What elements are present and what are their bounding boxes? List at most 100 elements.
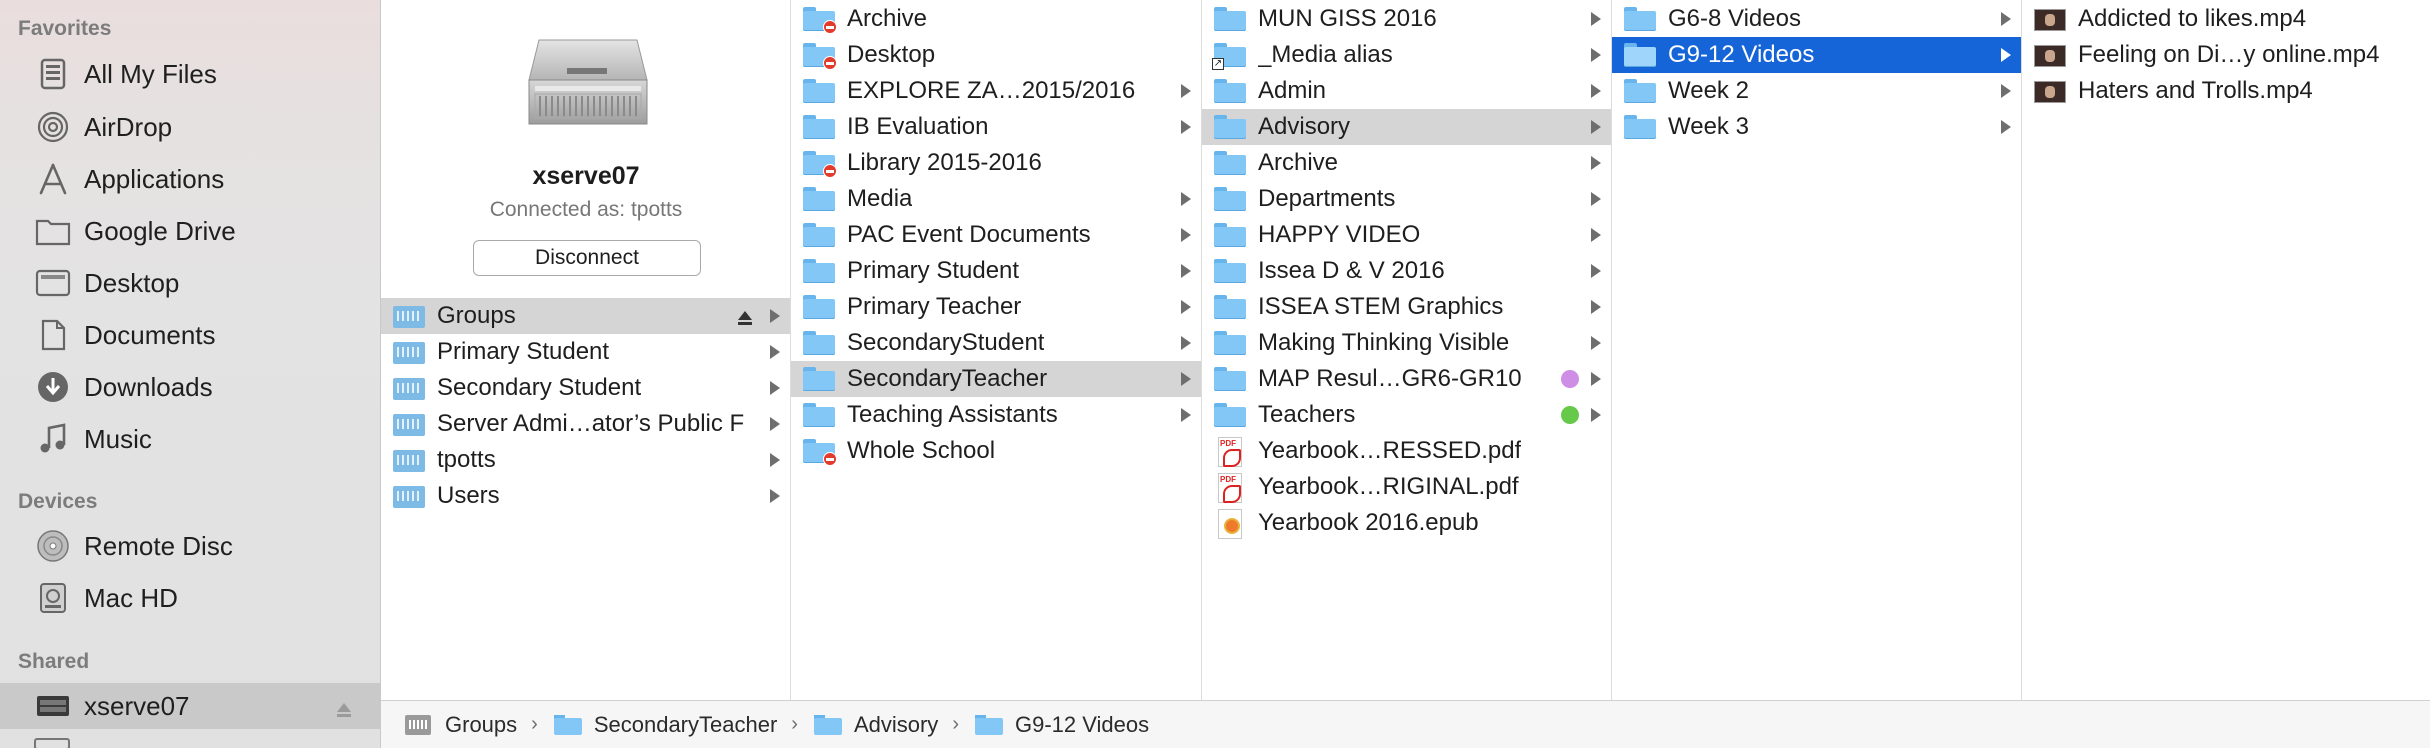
folder-icon (1212, 76, 1248, 106)
folder-item-selected[interactable]: G9-12 Videos (1612, 37, 2021, 73)
item-label: Archive (847, 5, 928, 32)
folder-item[interactable]: Teaching Assistants (791, 397, 1201, 433)
folder-item[interactable]: G6-8 Videos (1612, 1, 2021, 37)
folder-icon (1212, 220, 1248, 250)
disclosure-arrow-icon (1591, 228, 1601, 242)
share-item-users[interactable]: Users (381, 478, 790, 514)
sidebar-item-label: Mac HD (84, 582, 178, 613)
folder-item[interactable]: HAPPY VIDEO (1202, 217, 1611, 253)
folder-item[interactable]: Library 2015-2016 (791, 145, 1201, 181)
file-item[interactable]: Haters and Trolls.mp4 (2022, 73, 2430, 109)
path-segment-g9-12-videos[interactable]: G9-12 Videos (974, 712, 1149, 738)
sidebar-item-all-my-files[interactable]: All My Files (0, 51, 380, 97)
folder-item[interactable]: Archive (1202, 145, 1611, 181)
sidebar-item-airdrop[interactable]: AirDrop (0, 104, 380, 150)
folder-icon (801, 256, 837, 286)
share-item-tpotts[interactable]: tpotts (381, 442, 790, 478)
path-separator-icon: › (952, 713, 959, 735)
disclosure-arrow-icon (1591, 12, 1601, 26)
folder-item[interactable]: SecondaryStudent (791, 325, 1201, 361)
devices-header: Devices (18, 490, 98, 513)
video-file-icon (2032, 4, 2068, 34)
item-label: Advisory (1258, 113, 1351, 140)
folder-item-selected[interactable]: Advisory (1202, 109, 1611, 145)
share-item-groups[interactable]: Groups (381, 298, 790, 334)
file-item[interactable]: Addicted to likes.mp4 (2022, 1, 2430, 37)
folder-icon (553, 713, 584, 737)
sidebar-item-downloads[interactable]: Downloads (0, 364, 380, 410)
disclosure-arrow-icon (2001, 84, 2011, 98)
folder-item[interactable]: Archive (791, 1, 1201, 37)
sidebar-item-applications[interactable]: Applications (0, 156, 380, 202)
folder-item[interactable]: Week 3 (1612, 109, 2021, 145)
server-folder-icon (391, 337, 427, 367)
share-item-primary-student[interactable]: Primary Student (381, 334, 790, 370)
music-icon (34, 420, 72, 458)
folder-alias-icon: ↗ (1212, 40, 1248, 70)
folder-item[interactable]: Primary Student (791, 253, 1201, 289)
path-segment-secondaryteacher[interactable]: SecondaryTeacher (553, 712, 777, 738)
folder-item[interactable]: Issea D & V 2016 (1202, 253, 1611, 289)
folder-alias-item[interactable]: ↗ _Media alias (1202, 37, 1611, 73)
shared-header: Shared (18, 650, 90, 673)
disclosure-arrow-icon (2001, 120, 2011, 134)
folder-icon (801, 112, 837, 142)
eject-icon[interactable] (736, 306, 754, 334)
item-label: HAPPY VIDEO (1258, 221, 1421, 248)
folder-item[interactable]: ISSEA STEM Graphics (1202, 289, 1611, 325)
xserve-icon (527, 36, 649, 128)
disconnect-button[interactable]: Disconnect (473, 240, 701, 276)
disclosure-arrow-icon (770, 381, 780, 395)
folder-item[interactable]: MAP Resul…GR6-GR10 (1202, 361, 1611, 397)
folder-icon (801, 328, 837, 358)
folder-item[interactable]: EXPLORE ZA…2015/2016 (791, 73, 1201, 109)
file-item[interactable]: Yearbook…RESSED.pdf (1202, 433, 1611, 469)
column-g9-12-videos: Addicted to likes.mp4 Feeling on Di…y on… (2022, 0, 2430, 700)
folder-icon (801, 220, 837, 250)
sidebar-item-xserve07[interactable]: xserve07 (0, 683, 380, 729)
sidebar-item-music[interactable]: Music (0, 416, 380, 462)
folder-item[interactable]: Making Thinking Visible (1202, 325, 1611, 361)
sidebar-item-documents[interactable]: Documents (0, 312, 380, 358)
folder-item[interactable]: MUN GISS 2016 (1202, 1, 1611, 37)
share-item-server-admin-public[interactable]: Server Admi…ator’s Public F (381, 406, 790, 442)
disclosure-arrow-icon (1181, 300, 1191, 314)
folder-item[interactable]: IB Evaluation (791, 109, 1201, 145)
sidebar: Favorites All My Files AirDrop Applicati… (0, 0, 381, 748)
server-folder-icon (391, 301, 427, 331)
all-files-icon (34, 55, 72, 93)
disclosure-arrow-icon (2001, 12, 2011, 26)
folder-icon (1212, 148, 1248, 178)
sidebar-item-label: All My Files (84, 58, 217, 89)
sidebar-item-google-drive[interactable]: Google Drive (0, 208, 380, 254)
folder-item[interactable]: Week 2 (1612, 73, 2021, 109)
disclosure-arrow-icon (1591, 84, 1601, 98)
item-label: tpotts (437, 446, 496, 473)
path-bar: Groups › SecondaryTeacher › Advisory › G… (381, 700, 2430, 748)
folder-item[interactable]: PAC Event Documents (791, 217, 1201, 253)
folder-item[interactable]: Desktop (791, 37, 1201, 73)
folder-item[interactable]: Admin (1202, 73, 1611, 109)
folder-item[interactable]: Departments (1202, 181, 1611, 217)
sidebar-item-mac-hd[interactable]: Mac HD (0, 575, 380, 621)
folder-item[interactable]: Teachers (1202, 397, 1611, 433)
sidebar-item-remote-disc[interactable]: Remote Disc (0, 523, 380, 569)
file-item[interactable]: Yearbook 2016.epub (1202, 505, 1611, 541)
share-item-secondary-student[interactable]: Secondary Student (381, 370, 790, 406)
item-label: ISSEA STEM Graphics (1258, 293, 1504, 320)
item-label: Admin (1258, 77, 1327, 104)
file-item[interactable]: Feeling on Di…y online.mp4 (2022, 37, 2430, 73)
eject-icon[interactable] (335, 695, 353, 717)
folder-item[interactable]: Primary Teacher (791, 289, 1201, 325)
disclosure-arrow-icon (1591, 48, 1601, 62)
sidebar-item-desktop[interactable]: Desktop (0, 260, 380, 306)
file-item[interactable]: Yearbook…RIGINAL.pdf (1202, 469, 1611, 505)
folder-item[interactable]: Media (791, 181, 1201, 217)
folder-item-selected[interactable]: SecondaryTeacher (791, 361, 1201, 397)
path-segment-advisory[interactable]: Advisory (813, 712, 938, 738)
video-file-icon (2032, 76, 2068, 106)
folder-icon (1212, 256, 1248, 286)
folder-item[interactable]: Whole School (791, 433, 1201, 469)
item-label: Week 3 (1668, 113, 1749, 140)
path-segment-groups[interactable]: Groups (405, 712, 517, 738)
